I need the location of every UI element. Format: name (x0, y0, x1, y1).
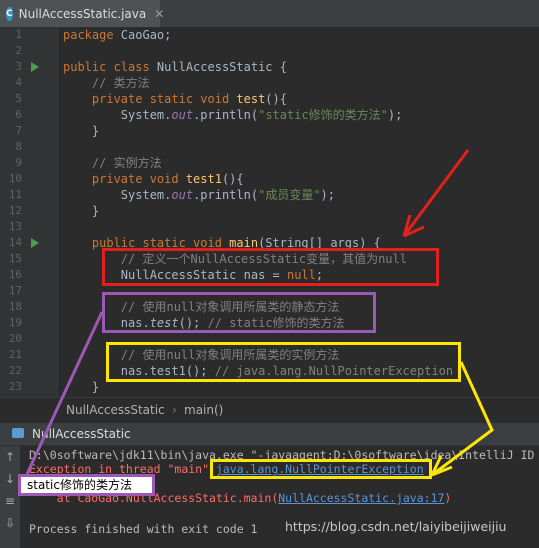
line-number: 5 (15, 92, 22, 105)
line-number: 16 (8, 268, 22, 281)
line-number: 11 (8, 188, 22, 201)
editor-tab-bar: C NullAccessStatic.java ✕ (0, 0, 539, 28)
line-number: 17 (8, 284, 22, 297)
line-number: 3 (15, 60, 22, 73)
line-number: 13 (8, 220, 22, 233)
code-line: } (63, 380, 100, 394)
code-line: private void test1(){ (63, 172, 244, 186)
soft-wrap-icon[interactable]: ≡ (4, 494, 16, 508)
run-toolbar: ↑ ↓ ≡ ⇩ (0, 446, 20, 548)
line-number: 21 (8, 348, 22, 361)
yellow-annotation-box (106, 342, 461, 382)
code-line: package CaoGao; (63, 28, 172, 42)
line-number: 23 (8, 380, 22, 393)
run-class-icon[interactable] (31, 62, 39, 72)
line-number: 1 (15, 28, 22, 41)
line-number: 10 (8, 172, 22, 185)
code-comment: // 类方法 (63, 76, 150, 90)
source-link[interactable]: NullAccessStatic.java:17 (278, 491, 444, 505)
scroll-to-end-icon[interactable]: ⇩ (4, 516, 16, 530)
output-highlight-label: static修饰的类方法 (18, 474, 155, 496)
line-number: 22 (8, 364, 22, 377)
line-number: 9 (15, 156, 22, 169)
code-line: System.out.println("成员变量"); (63, 188, 335, 202)
breadcrumb-method[interactable]: main() (184, 403, 223, 417)
console-finish-line: Process finished with exit code 1 (29, 522, 258, 536)
line-number: 14 (8, 236, 22, 249)
line-number: 6 (15, 108, 22, 121)
line-number: 4 (15, 76, 22, 89)
run-tool-window-header: NullAccessStatic (0, 423, 539, 446)
breadcrumb-separator: › (172, 403, 177, 417)
line-number: 15 (8, 252, 22, 265)
down-arrow-icon[interactable]: ↓ (4, 472, 16, 486)
code-line: } (63, 204, 100, 218)
line-number-gutter: 1 2 3 4 5 6 7 8 9 10 11 12 13 14 15 16 1… (0, 27, 58, 397)
close-icon[interactable]: ✕ (154, 7, 164, 21)
line-number: 19 (8, 316, 22, 329)
run-config-icon (12, 428, 24, 438)
run-main-icon[interactable] (31, 238, 39, 248)
breadcrumb-class[interactable]: NullAccessStatic (66, 403, 165, 417)
file-tab[interactable]: C NullAccessStatic.java ✕ (0, 0, 164, 27)
up-arrow-icon[interactable]: ↑ (4, 450, 16, 464)
code-comment: // 实例方法 (63, 156, 162, 170)
code-line: private static void test(){ (63, 92, 287, 106)
file-tab-title: NullAccessStatic.java (18, 6, 147, 21)
java-class-icon: C (6, 6, 13, 21)
purple-annotation-box (102, 292, 376, 333)
red-annotation-box (102, 248, 439, 286)
yellow-exception-box (210, 459, 432, 479)
code-line: System.out.println("static修饰的类方法"); (63, 108, 403, 122)
line-number: 2 (15, 44, 22, 57)
breadcrumb: NullAccessStatic › main() (0, 397, 539, 423)
watermark: https://blog.csdn.net/laiyibeijiweijiu (285, 519, 507, 534)
run-tab-title[interactable]: NullAccessStatic (32, 427, 131, 441)
line-number: 20 (8, 332, 22, 345)
line-number: 7 (15, 124, 22, 137)
line-number: 8 (15, 140, 22, 153)
code-line: } (63, 124, 100, 138)
line-number: 18 (8, 300, 22, 313)
code-line: public class NullAccessStatic { (63, 60, 287, 74)
line-number: 12 (8, 204, 22, 217)
